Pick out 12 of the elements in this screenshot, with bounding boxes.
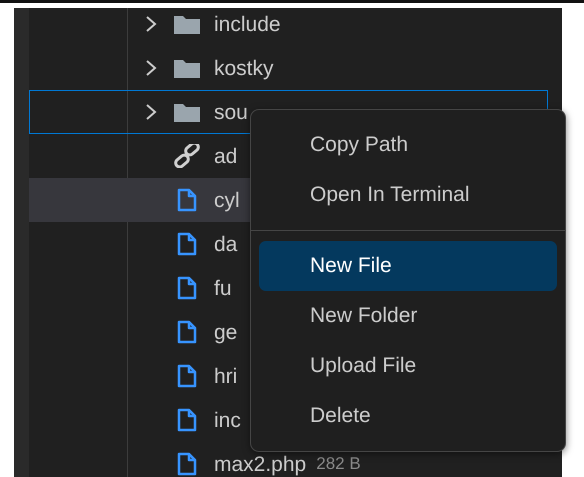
- file-name: max2.php: [214, 454, 306, 474]
- file-name: da: [214, 234, 238, 254]
- file-name: kostky: [214, 58, 274, 78]
- file-name: hri: [214, 366, 238, 386]
- file-name: ge: [214, 322, 238, 342]
- file-name: include: [214, 14, 281, 34]
- file-name: cyl: [214, 190, 240, 210]
- file-name: inc: [214, 410, 241, 430]
- file-name: sou: [214, 102, 248, 122]
- file-size: 282 B: [316, 454, 361, 474]
- file-name: ad: [214, 146, 238, 166]
- file-name: fu: [214, 278, 232, 298]
